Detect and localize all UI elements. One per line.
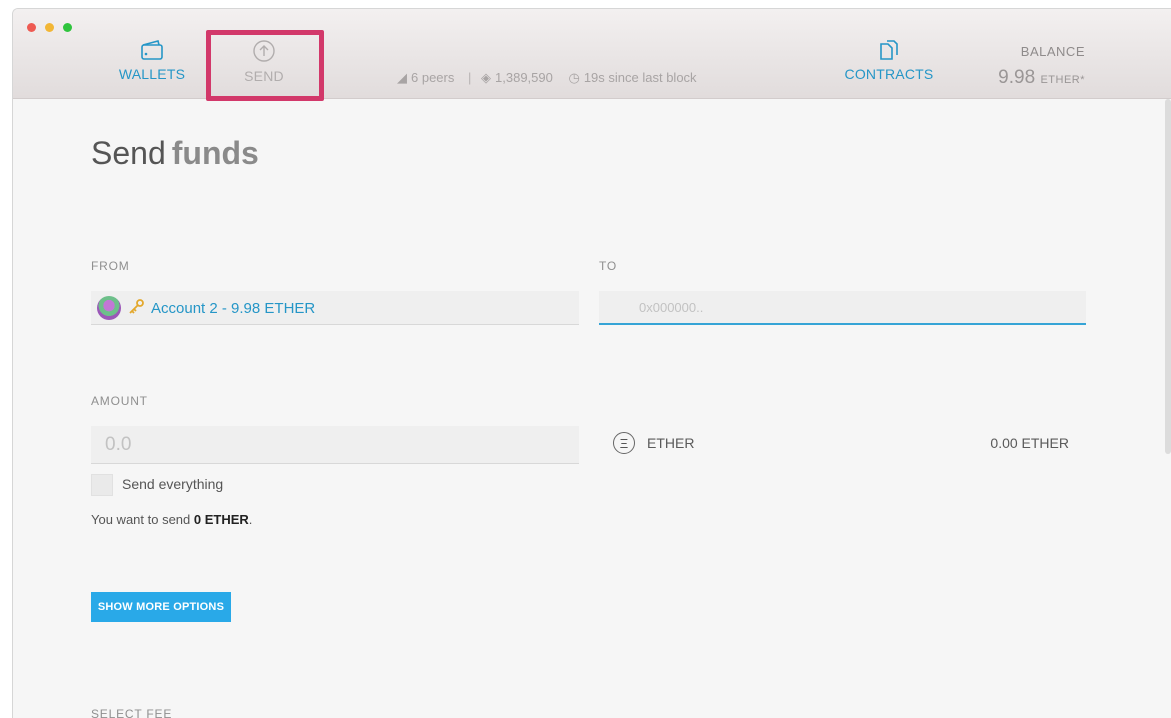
balance-title: BALANCE	[1020, 44, 1085, 59]
nav-wallets-label: WALLETS	[118, 66, 186, 82]
app-window: WALLETS SEND ◢ 6 peers | ◈ 1,389,590 ◷ 19s …	[12, 8, 1171, 718]
send-summary-prefix: You want to send	[91, 512, 191, 527]
send-summary-suffix: .	[248, 512, 253, 527]
balance-unit: ETHER*	[1040, 74, 1085, 86]
to-address-field[interactable]	[599, 291, 1086, 325]
to-address-input[interactable]	[599, 291, 1086, 323]
send-summary: You want to send 0 ETHER.	[91, 512, 252, 527]
from-account-select[interactable]: Account 2 - 9.98 ETHER	[91, 291, 579, 325]
nav-contracts-label: CONTRACTS	[844, 66, 934, 82]
key-icon	[129, 299, 144, 314]
network-status: ◢ 6 peers | ◈ 1,389,590 ◷ 19s since last bl…	[397, 70, 701, 86]
minimize-window-button[interactable]	[45, 23, 54, 32]
amount-label: AMOUNT	[91, 394, 148, 408]
page-title: Send funds	[91, 135, 259, 172]
currency-label: ETHER	[647, 435, 695, 451]
page-title-light: funds	[171, 135, 259, 171]
send-summary-value: 0 ETHER	[193, 512, 249, 527]
contracts-icon	[880, 40, 898, 60]
amount-total: 0.00 ETHER	[990, 435, 1069, 451]
avatar	[97, 296, 121, 320]
show-more-options-button[interactable]: SHOW MORE OPTIONS	[91, 592, 231, 622]
send-everything-checkbox[interactable]	[91, 474, 113, 496]
from-label: FROM	[91, 259, 130, 273]
close-window-button[interactable]	[27, 23, 36, 32]
balance-value: 9.98 ETHER*	[998, 67, 1085, 89]
nav-wallets[interactable]: WALLETS	[117, 39, 187, 84]
balance-amount: 9.98	[998, 67, 1036, 88]
since-last-block: 19s since last block	[583, 70, 697, 85]
block-icon: ◈	[481, 70, 492, 85]
currency-selector[interactable]: Ξ ETHER	[613, 432, 694, 454]
status-separator: |	[468, 70, 472, 85]
from-account-text: Account 2 - 9.98 ETHER	[151, 300, 316, 317]
page-title-bold: Send	[91, 135, 166, 171]
top-bar: WALLETS SEND ◢ 6 peers | ◈ 1,389,590 ◷ 19s …	[13, 9, 1171, 99]
wallet-icon	[141, 40, 163, 60]
clock-icon: ◷	[568, 70, 580, 85]
amount-input[interactable]	[91, 426, 579, 463]
ether-icon: Ξ	[613, 432, 635, 454]
amount-field[interactable]	[91, 426, 579, 464]
scrollbar[interactable]	[1165, 99, 1171, 454]
send-everything-label[interactable]: Send everything	[122, 476, 223, 492]
select-fee-label: SELECT FEE	[91, 707, 173, 718]
to-label: TO	[599, 259, 618, 273]
peers-icon: ◢	[397, 70, 407, 85]
block-number: 1,389,590	[495, 70, 553, 85]
nav-contracts[interactable]: CONTRACTS	[843, 39, 935, 84]
maximize-window-button[interactable]	[63, 23, 72, 32]
send-highlight-box	[206, 30, 324, 101]
peers-count: 6 peers	[411, 70, 455, 85]
